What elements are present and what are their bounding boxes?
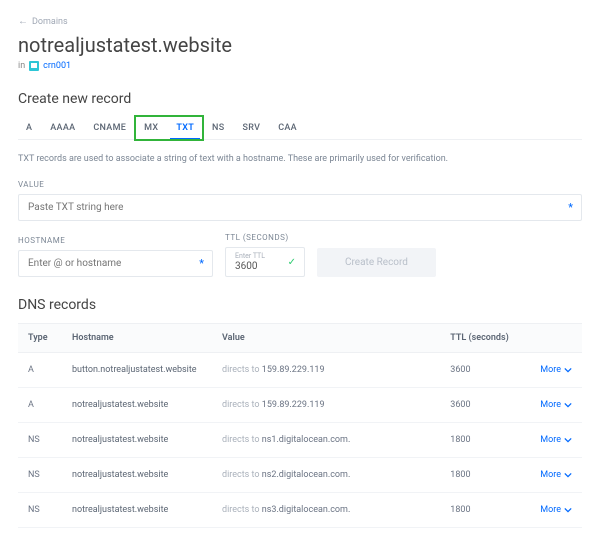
hostname-input[interactable]	[28, 258, 203, 269]
second-row: HOSTNAME * TTL (SECONDS) Enter TTL 3600 …	[18, 233, 582, 277]
chevron-down-icon	[564, 506, 572, 514]
cell-value: directs to ns1.digitalocean.com.	[212, 423, 440, 458]
cell-type: A	[18, 353, 62, 388]
ttl-inner-label: Enter TTL	[235, 252, 265, 260]
cell-ttl: 1800	[440, 423, 530, 458]
page-title: notrealjustatest.website	[18, 33, 582, 57]
cell-value: directs to ns3.digitalocean.com.	[212, 493, 440, 528]
cell-type: NS	[18, 458, 62, 493]
back-label: Domains	[32, 17, 68, 27]
cell-type: NS	[18, 423, 62, 458]
records-heading: DNS records	[18, 297, 582, 313]
cell-actions: More	[530, 423, 582, 458]
value-input[interactable]	[28, 202, 572, 213]
cell-ttl: 1800	[440, 458, 530, 493]
value-input-wrap: *	[18, 194, 582, 221]
more-button[interactable]: More	[540, 470, 572, 480]
tab-a[interactable]: A	[18, 117, 40, 139]
cell-actions: More	[530, 458, 582, 493]
table-row: Anotrealjustatest.websitedirects to 159.…	[18, 388, 582, 423]
cell-hostname: notrealjustatest.website	[62, 423, 212, 458]
tab-caa[interactable]: CAA	[270, 117, 305, 139]
submit-group: Create Record	[317, 248, 439, 277]
cell-value: directs to ns2.digitalocean.com.	[212, 458, 440, 493]
more-button[interactable]: More	[540, 505, 572, 515]
cell-ttl: 3600	[440, 353, 530, 388]
tab-srv[interactable]: SRV	[234, 117, 268, 139]
dns-records-table: Type Hostname Value TTL (seconds) Abutto…	[18, 323, 582, 528]
cell-value: directs to 159.89.229.119	[212, 353, 440, 388]
arrow-left-icon: ←	[18, 16, 28, 27]
tab-cname[interactable]: CNAME	[85, 117, 134, 139]
record-type-tabs: A AAAA CNAME MX TXT NS SRV CAA	[18, 117, 582, 140]
col-hostname: Hostname	[62, 324, 212, 353]
value-label: VALUE	[18, 180, 582, 189]
required-icon: *	[199, 257, 204, 270]
required-icon: *	[568, 201, 573, 214]
col-type: Type	[18, 324, 62, 353]
in-label: in	[18, 61, 25, 71]
table-row: NSnotrealjustatest.websitedirects to ns2…	[18, 458, 582, 493]
cell-value: directs to 159.89.229.119	[212, 388, 440, 423]
project-link[interactable]: crn001	[43, 61, 71, 71]
page: ← Domains notrealjustatest.website in cr…	[0, 0, 600, 542]
tab-aaaa[interactable]: AAAA	[42, 117, 83, 139]
more-button[interactable]: More	[540, 365, 572, 375]
chevron-down-icon	[564, 401, 572, 409]
chevron-down-icon	[564, 471, 572, 479]
cell-type: NS	[18, 493, 62, 528]
ttl-input-wrap[interactable]: Enter TTL 3600 ✓	[225, 247, 305, 277]
project-icon	[29, 61, 39, 71]
table-row: NSnotrealjustatest.websitedirects to ns1…	[18, 423, 582, 458]
cell-hostname: notrealjustatest.website	[62, 388, 212, 423]
hostname-input-wrap: *	[18, 250, 213, 277]
value-field-group: VALUE *	[18, 180, 582, 221]
create-heading: Create new record	[18, 91, 582, 107]
txt-description: TXT records are used to associate a stri…	[18, 154, 582, 164]
cell-hostname: notrealjustatest.website	[62, 493, 212, 528]
cell-ttl: 1800	[440, 493, 530, 528]
col-actions	[530, 324, 582, 353]
hostname-label: HOSTNAME	[18, 236, 213, 245]
ttl-value: 3600	[235, 261, 265, 272]
create-record-button[interactable]: Create Record	[317, 248, 436, 277]
tab-txt[interactable]: TXT	[168, 117, 202, 139]
cell-actions: More	[530, 353, 582, 388]
hostname-field-group: HOSTNAME *	[18, 236, 213, 277]
table-row: Abutton.notrealjustatest.websitedirects …	[18, 353, 582, 388]
check-icon: ✓	[288, 257, 296, 268]
cell-actions: More	[530, 493, 582, 528]
tab-ns[interactable]: NS	[204, 117, 232, 139]
back-to-domains[interactable]: ← Domains	[18, 16, 68, 27]
more-button[interactable]: More	[540, 400, 572, 410]
more-button[interactable]: More	[540, 435, 572, 445]
cell-hostname: notrealjustatest.website	[62, 458, 212, 493]
project-line: in crn001	[18, 61, 582, 71]
chevron-down-icon	[564, 366, 572, 374]
chevron-down-icon	[564, 436, 572, 444]
table-row: NSnotrealjustatest.websitedirects to ns3…	[18, 493, 582, 528]
ttl-field-group: TTL (SECONDS) Enter TTL 3600 ✓	[225, 233, 305, 277]
cell-hostname: button.notrealjustatest.website	[62, 353, 212, 388]
cell-ttl: 3600	[440, 388, 530, 423]
cell-actions: More	[530, 388, 582, 423]
col-value: Value	[212, 324, 440, 353]
col-ttl: TTL (seconds)	[440, 324, 530, 353]
tab-mx[interactable]: MX	[136, 117, 166, 139]
ttl-label: TTL (SECONDS)	[225, 233, 305, 242]
cell-type: A	[18, 388, 62, 423]
